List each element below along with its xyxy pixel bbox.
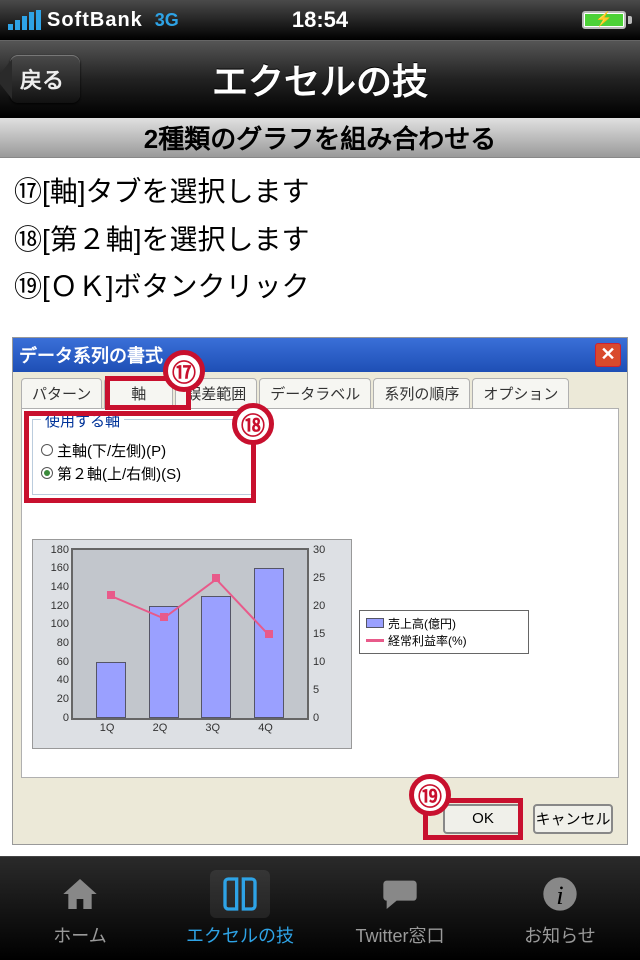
article-subtitle: 2種類のグラフを組み合わせる <box>0 118 640 158</box>
embedded-dialog-screenshot: データ系列の書式 ✕ ⑰ パターン 軸 誤差範囲 データラベル 系列の順序 オプ… <box>12 337 628 845</box>
tab-pattern[interactable]: パターン <box>21 378 102 408</box>
chart-preview: 0204060801001201401601800510152025301Q2Q… <box>32 539 352 749</box>
ios-status-bar: SoftBank 3G 18:54 ⚡ <box>0 0 640 40</box>
tab-twitter[interactable]: Twitter窓口 <box>320 857 480 960</box>
chart-plot-area: 0204060801001201401601800510152025301Q2Q… <box>71 548 309 720</box>
bottom-tab-bar: ホーム エクセルの技 Twitter窓口 i お知らせ <box>0 856 640 960</box>
bar <box>254 568 284 717</box>
annotation-18: ⑱ <box>232 403 274 445</box>
highlight-radio-group <box>24 411 256 503</box>
tab-seriesorder[interactable]: 系列の順序 <box>373 378 470 408</box>
cancel-button[interactable]: キャンセル <box>533 804 613 834</box>
back-button-label: 戻る <box>20 63 64 95</box>
step-17: ⑰[軸]タブを選択します <box>14 168 626 216</box>
info-icon: i <box>530 870 590 918</box>
step-18: ⑱[第２軸]を選択します <box>14 216 626 264</box>
annotation-17: ⑰ <box>163 350 205 392</box>
home-icon <box>50 870 110 918</box>
tab-excel[interactable]: エクセルの技 <box>160 857 320 960</box>
tab-home-label: ホーム <box>53 922 106 948</box>
book-icon <box>210 870 270 918</box>
legend-series-1: 売上高(億円) <box>388 615 456 632</box>
battery-icon: ⚡ <box>582 11 632 29</box>
carrier-label: SoftBank <box>47 9 143 32</box>
signal-strength-icon <box>8 10 41 30</box>
step-list: ⑰[軸]タブを選択します ⑱[第２軸]を選択します ⑲[ＯＫ]ボタンクリック <box>0 158 640 321</box>
speech-icon <box>370 870 430 918</box>
tab-excel-label: エクセルの技 <box>186 922 294 948</box>
tab-home[interactable]: ホーム <box>0 857 160 960</box>
tab-options[interactable]: オプション <box>472 378 569 408</box>
legend-series-2: 経常利益率(%) <box>388 632 467 649</box>
nav-header: 戻る エクセルの技 <box>0 40 640 118</box>
tab-info[interactable]: i お知らせ <box>480 857 640 960</box>
content-area: 2種類のグラフを組み合わせる ⑰[軸]タブを選択します ⑱[第２軸]を選択します… <box>0 118 640 856</box>
close-icon[interactable]: ✕ <box>595 343 621 367</box>
back-button[interactable]: 戻る <box>10 55 80 103</box>
tab-twitter-label: Twitter窓口 <box>355 922 444 948</box>
svg-text:i: i <box>556 880 563 910</box>
network-type: 3G <box>151 10 179 31</box>
dialog-titlebar: データ系列の書式 ✕ <box>13 338 627 372</box>
step-19: ⑲[ＯＫ]ボタンクリック <box>14 263 626 311</box>
dialog-title: データ系列の書式 <box>19 342 163 368</box>
page-title: エクセルの技 <box>0 53 640 105</box>
dialog-body: ⑱ 使用する軸 主軸(下/左側)(P) 第２軸(上/右側)(S) 0204060… <box>21 408 619 778</box>
annotation-19: ⑲ <box>409 774 451 816</box>
bar <box>201 596 231 717</box>
bar <box>149 606 179 718</box>
chart-legend: 売上高(億円) 経常利益率(%) <box>359 610 529 654</box>
tab-datalabels[interactable]: データラベル <box>259 378 371 408</box>
bar <box>96 662 126 718</box>
tab-info-label: お知らせ <box>524 922 596 948</box>
